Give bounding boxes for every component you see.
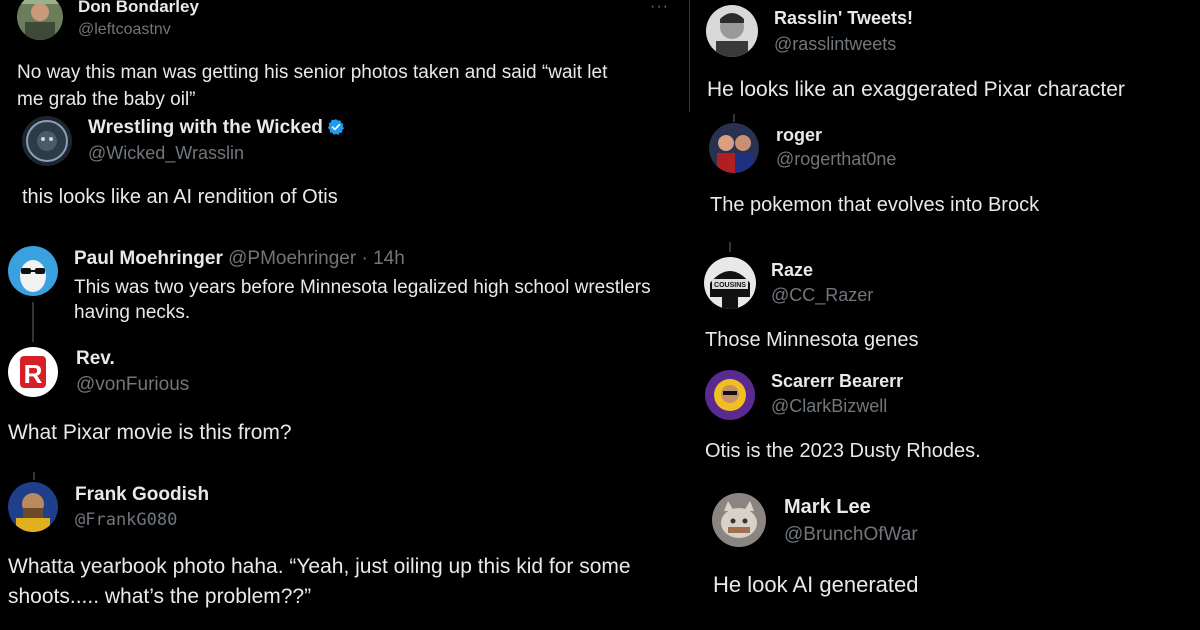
tweet-text: Otis is the 2023 Dusty Rhodes. — [705, 440, 981, 462]
user-name[interactable]: Wrestling with the Wicked — [88, 117, 345, 139]
user-name[interactable]: Scarerr Bearerr — [771, 371, 903, 392]
user-handle[interactable]: @PMoehringer — [228, 248, 356, 269]
tweet-text: this looks like an AI rendition of Otis — [22, 186, 338, 208]
user-handle[interactable]: @BrunchOfWar — [784, 524, 918, 546]
avatar[interactable] — [712, 493, 766, 547]
user-name[interactable]: Rev. — [76, 348, 115, 370]
user-handle[interactable]: @rogerthat0ne — [776, 149, 896, 170]
thread-line — [33, 472, 35, 480]
timestamp[interactable]: · 14h — [362, 248, 405, 269]
avatar[interactable]: R — [8, 347, 58, 397]
user-name[interactable]: Frank Goodish — [75, 484, 209, 506]
user-handle[interactable]: @ClarkBizwell — [771, 396, 887, 417]
tweet-text: Those Minnesota genes — [705, 329, 919, 351]
avatar-text: COUSINS — [714, 282, 746, 289]
user-handle[interactable]: @vonFurious — [76, 374, 189, 396]
user-name[interactable]: roger — [776, 125, 822, 146]
tweet-text: This was two years before Minnesota lega… — [74, 277, 651, 298]
user-handle[interactable]: @CC_Razer — [771, 285, 873, 306]
avatar[interactable] — [709, 123, 759, 173]
user-name[interactable]: Rasslin' Tweets! — [774, 8, 913, 29]
avatar[interactable]: COUSINS — [704, 257, 756, 309]
user-name[interactable]: Paul Moehringer — [74, 248, 223, 269]
verified-badge-icon — [327, 119, 345, 135]
tweet-text: The pokemon that evolves into Brock — [710, 194, 1040, 216]
tweet-text: No way this man was getting his senior p… — [17, 62, 608, 83]
user-name[interactable]: Don Bondarley — [78, 0, 199, 17]
tweet-text: What Pixar movie is this from? — [8, 421, 292, 444]
thread-line — [32, 302, 34, 342]
tweet-text: having necks. — [74, 302, 191, 323]
column-divider — [689, 0, 690, 112]
more-options-icon[interactable]: ··· — [650, 0, 669, 16]
user-name-label: Wrestling with the Wicked — [88, 117, 323, 138]
user-handle[interactable]: @leftcoastnv — [78, 21, 171, 39]
tweet-text: He looks like an exaggerated Pixar chara… — [707, 78, 1125, 101]
user-handle[interactable]: @FrankG080 — [75, 510, 177, 530]
thread-line — [729, 242, 731, 252]
avatar[interactable] — [705, 370, 755, 420]
user-handle[interactable]: @rasslintweets — [774, 34, 896, 55]
svg-text:R: R — [24, 359, 43, 389]
avatar[interactable] — [22, 116, 72, 166]
tweet-text: shoots..... what’s the problem??” — [8, 585, 312, 608]
user-name[interactable]: Mark Lee — [784, 496, 871, 519]
tweet-text: Whatta yearbook photo haha. “Yeah, just … — [8, 555, 631, 578]
avatar[interactable] — [706, 5, 758, 57]
avatar[interactable] — [8, 482, 58, 532]
thread-line — [733, 114, 735, 122]
avatar[interactable] — [17, 0, 63, 40]
tweet-text: He look AI generated — [713, 572, 919, 597]
tweet-header: Paul Moehringer @PMoehringer · 14h — [74, 248, 405, 270]
user-name[interactable]: Raze — [771, 260, 813, 281]
avatar[interactable] — [8, 246, 58, 296]
user-handle[interactable]: @Wicked_Wrasslin — [88, 143, 244, 164]
tweet-text: me grab the baby oil” — [17, 89, 196, 110]
